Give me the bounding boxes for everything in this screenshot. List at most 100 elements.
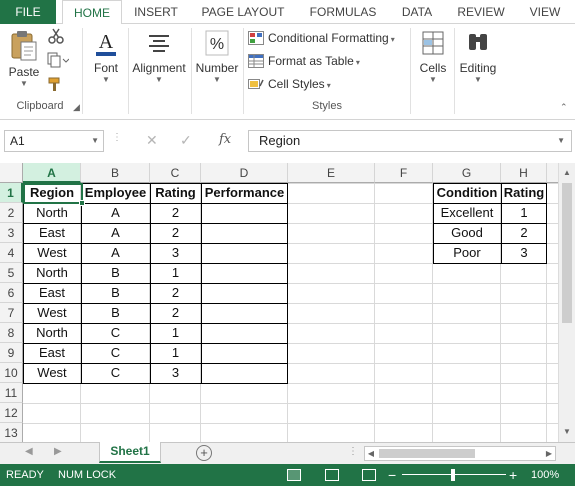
horizontal-scroll-thumb[interactable] bbox=[379, 449, 475, 458]
table-cell[interactable] bbox=[201, 343, 288, 363]
row-header-4[interactable]: 4 bbox=[0, 243, 23, 263]
row-header-10[interactable]: 10 bbox=[0, 363, 23, 383]
table-cell[interactable]: East bbox=[23, 283, 81, 303]
table-header-cell[interactable]: Performance bbox=[201, 183, 288, 203]
lookup-header-cell[interactable]: Rating bbox=[501, 183, 547, 203]
fill-handle[interactable] bbox=[79, 200, 85, 206]
table-cell[interactable] bbox=[201, 223, 288, 243]
table-cell[interactable]: 1 bbox=[150, 263, 201, 283]
row-header-2[interactable]: 2 bbox=[0, 203, 23, 223]
tab-insert[interactable]: INSERT bbox=[126, 0, 186, 24]
row-header-5[interactable]: 5 bbox=[0, 263, 23, 283]
conditional-formatting-button[interactable]: Conditional Formatting ▾ bbox=[248, 28, 395, 48]
row-header-6[interactable]: 6 bbox=[0, 283, 23, 303]
row-header-8[interactable]: 8 bbox=[0, 323, 23, 343]
table-cell[interactable] bbox=[201, 323, 288, 343]
zoom-level[interactable]: 100% bbox=[531, 464, 559, 486]
page-break-view-icon[interactable] bbox=[362, 469, 376, 481]
dialog-launcher-icon[interactable]: ◢ bbox=[73, 102, 80, 113]
lookup-cell[interactable]: 1 bbox=[501, 203, 547, 223]
table-header-cell[interactable]: Employee bbox=[81, 183, 150, 203]
table-cell[interactable]: 2 bbox=[150, 283, 201, 303]
lookup-cell[interactable]: 2 bbox=[501, 223, 547, 243]
lookup-cell[interactable]: Poor bbox=[433, 243, 501, 263]
scroll-right-icon[interactable]: ▶ bbox=[543, 447, 555, 460]
lookup-cell[interactable]: Good bbox=[433, 223, 501, 243]
table-cell[interactable]: B bbox=[81, 303, 150, 323]
table-cell[interactable]: West bbox=[23, 363, 81, 383]
cells-button[interactable]: Cells ▼ bbox=[414, 28, 452, 85]
column-header-f[interactable]: F bbox=[375, 163, 433, 183]
tab-data[interactable]: DATA bbox=[392, 0, 442, 24]
table-cell[interactable]: A bbox=[81, 223, 150, 243]
zoom-in-icon[interactable]: + bbox=[509, 464, 517, 486]
horizontal-scrollbar[interactable]: ◀ ▶ bbox=[364, 446, 556, 461]
name-box[interactable]: A1 ▼ bbox=[4, 130, 104, 152]
cut-button[interactable] bbox=[46, 28, 66, 47]
table-cell[interactable] bbox=[201, 263, 288, 283]
select-all-corner[interactable] bbox=[0, 163, 23, 183]
scroll-sheets-left-icon[interactable]: ◀ bbox=[25, 446, 33, 457]
row-header-9[interactable]: 9 bbox=[0, 343, 23, 363]
add-sheet-icon[interactable]: + bbox=[196, 445, 212, 461]
column-header-d[interactable]: D bbox=[201, 163, 288, 183]
cancel-icon[interactable]: ✕ bbox=[146, 132, 158, 149]
table-cell[interactable] bbox=[201, 243, 288, 263]
tab-file[interactable]: FILE bbox=[0, 0, 56, 24]
column-header-e[interactable]: E bbox=[288, 163, 375, 183]
table-cell[interactable]: 2 bbox=[150, 223, 201, 243]
sheet-tab-sheet1[interactable]: Sheet1 bbox=[99, 442, 161, 463]
table-cell[interactable]: 3 bbox=[150, 363, 201, 383]
table-cell[interactable]: C bbox=[81, 343, 150, 363]
tab-home[interactable]: HOME bbox=[62, 0, 122, 25]
lookup-cell[interactable]: 3 bbox=[501, 243, 547, 263]
alignment-button[interactable]: Alignment ▼ bbox=[130, 28, 188, 85]
column-header-a[interactable]: A bbox=[23, 163, 81, 183]
table-cell[interactable]: C bbox=[81, 363, 150, 383]
scroll-sheets-right-icon[interactable]: ▶ bbox=[54, 446, 62, 457]
format-painter-button[interactable] bbox=[46, 76, 66, 95]
row-header-11[interactable]: 11 bbox=[0, 383, 23, 403]
table-cell[interactable]: B bbox=[81, 263, 150, 283]
column-header-h[interactable]: H bbox=[501, 163, 547, 183]
normal-view-icon[interactable] bbox=[287, 469, 301, 481]
number-button[interactable]: % Number ▼ bbox=[194, 28, 240, 85]
editing-button[interactable]: Editing ▼ bbox=[456, 28, 500, 85]
table-cell[interactable]: A bbox=[81, 203, 150, 223]
table-cell[interactable] bbox=[201, 363, 288, 383]
row-header-12[interactable]: 12 bbox=[0, 403, 23, 423]
page-layout-view-icon[interactable] bbox=[325, 469, 339, 481]
column-header-c[interactable]: C bbox=[150, 163, 201, 183]
table-cell[interactable]: A bbox=[81, 243, 150, 263]
table-cell[interactable]: B bbox=[81, 283, 150, 303]
lookup-header-cell[interactable]: Condition bbox=[433, 183, 501, 203]
column-header-b[interactable]: B bbox=[81, 163, 150, 183]
scroll-left-icon[interactable]: ◀ bbox=[365, 447, 377, 460]
worksheet-grid[interactable]: ABCDEFGH 1 2 3 4 5 6 7 8 9 10 11 12 13 Region Employe… bbox=[0, 163, 575, 442]
copy-button[interactable] bbox=[46, 52, 70, 71]
table-cell[interactable]: North bbox=[23, 323, 81, 343]
row-header-7[interactable]: 7 bbox=[0, 303, 23, 323]
table-cell[interactable]: East bbox=[23, 343, 81, 363]
column-header-g[interactable]: G bbox=[433, 163, 501, 183]
row-header-3[interactable]: 3 bbox=[0, 223, 23, 243]
zoom-out-icon[interactable]: − bbox=[388, 464, 396, 486]
tab-split-grip-icon[interactable]: ⋮ bbox=[348, 446, 358, 457]
table-cell[interactable]: North bbox=[23, 263, 81, 283]
table-cell[interactable]: East bbox=[23, 223, 81, 243]
formula-input[interactable]: Region ▼ bbox=[248, 130, 572, 152]
scroll-down-icon[interactable]: ▼ bbox=[559, 424, 575, 440]
format-as-table-button[interactable]: Format as Table ▾ bbox=[248, 51, 360, 71]
enter-check-icon[interactable]: ✓ bbox=[180, 132, 192, 149]
resize-grip-icon[interactable]: ⋮ bbox=[112, 132, 122, 143]
table-cell[interactable]: West bbox=[23, 243, 81, 263]
row-header-1[interactable]: 1 bbox=[0, 183, 23, 203]
table-cell[interactable]: 1 bbox=[150, 343, 201, 363]
tab-view[interactable]: VIEW bbox=[520, 0, 570, 24]
row-header-13[interactable]: 13 bbox=[0, 423, 23, 442]
table-cell[interactable] bbox=[201, 203, 288, 223]
paste-button[interactable]: Paste ▼ bbox=[6, 30, 42, 89]
table-cell[interactable]: 2 bbox=[150, 303, 201, 323]
table-cell[interactable] bbox=[201, 283, 288, 303]
tab-formulas[interactable]: FORMULAS bbox=[300, 0, 386, 24]
